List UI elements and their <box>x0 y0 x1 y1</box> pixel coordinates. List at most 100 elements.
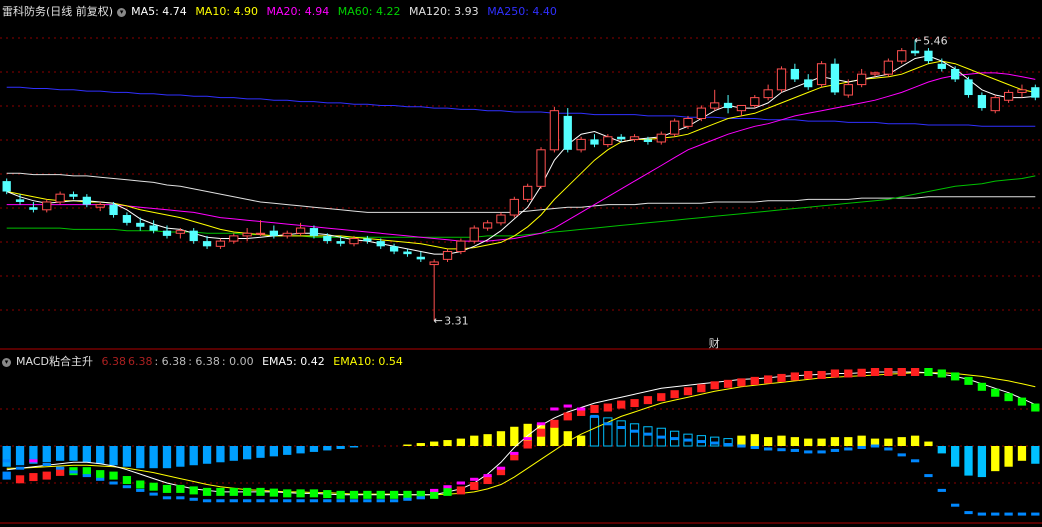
ema10-value: EMA10: 0.54 <box>333 355 403 368</box>
macd-marker <box>96 470 105 479</box>
macd-hist-bar <box>496 431 506 446</box>
macd-marker <box>1031 403 1040 412</box>
macd-dash <box>376 499 385 503</box>
macd-dash <box>563 404 572 408</box>
macd-marker <box>29 473 38 482</box>
macd-hist-bar <box>589 415 600 447</box>
macd-marker <box>844 369 853 378</box>
macd-dash <box>884 447 893 451</box>
macd-hist-bar <box>42 446 51 463</box>
macd-menu-icon[interactable]: ▾ <box>2 357 11 367</box>
macd-v3: : 6.38 <box>154 355 187 368</box>
candle-body-down <box>804 79 813 88</box>
macd-hist-bar <box>189 446 198 466</box>
macd-hist-bar <box>149 446 158 469</box>
macd-marker <box>216 487 225 496</box>
candle-body-up <box>696 107 706 120</box>
macd-dash <box>416 496 425 500</box>
macd-v4: : 6.38 <box>188 355 220 368</box>
candle-body-down <box>162 230 172 236</box>
candle-body-down <box>82 196 91 205</box>
macd-hist-bar <box>964 446 973 476</box>
candle-body-up <box>255 232 266 235</box>
macd-marker <box>563 412 572 421</box>
candle-body-up <box>736 104 747 112</box>
macd-dash <box>389 499 399 503</box>
macd-dash <box>737 444 746 448</box>
ma60-line <box>6 175 1036 238</box>
macd-dash <box>723 443 733 447</box>
candle-body-up <box>95 204 105 208</box>
macd-marker <box>296 489 305 498</box>
macd-marker <box>1004 393 1013 402</box>
macd-marker <box>15 475 25 484</box>
macd-marker <box>790 372 800 381</box>
macd-marker <box>937 369 946 378</box>
macd-hist-bar <box>951 446 960 467</box>
macd-marker <box>897 368 906 376</box>
macd-marker <box>924 368 933 376</box>
macd-dash <box>844 447 853 451</box>
macd-marker <box>349 490 359 499</box>
candle-body-down <box>617 136 626 140</box>
macd-title[interactable]: MACD粘合主升 <box>16 355 93 368</box>
macd-hist-bar <box>96 446 105 464</box>
candle-body-down <box>309 228 319 236</box>
candle-body-up <box>496 214 506 224</box>
macd-dash <box>763 447 773 451</box>
macd-marker <box>603 403 612 412</box>
macd-dash <box>176 496 185 500</box>
macd-marker <box>136 480 145 489</box>
ma10-line <box>6 60 1036 250</box>
candle-body-down <box>1031 87 1040 98</box>
macd-dash <box>336 499 345 503</box>
candle-body-down <box>149 225 158 231</box>
macd-dash <box>349 499 359 503</box>
candle-body-down <box>69 194 78 197</box>
macd-hist-bar <box>136 446 145 469</box>
candle-body-down <box>951 68 960 80</box>
moving-average-lines <box>6 55 1036 255</box>
stock-title[interactable]: 雷科防务(日线 前复权) <box>2 5 113 18</box>
candle-body-up <box>750 97 760 106</box>
macd-dash <box>323 499 332 503</box>
candle-body-up <box>349 237 359 245</box>
candle-body-down <box>122 215 132 223</box>
candle-body-up <box>295 227 306 234</box>
ma5-value: MA5: 4.74 <box>131 5 187 18</box>
macd-marker <box>269 488 279 497</box>
candle-body-down <box>790 68 800 80</box>
candle-body-down <box>15 199 25 202</box>
macd-hist-bar <box>256 446 265 458</box>
candle-body-up <box>55 193 65 203</box>
macd-hist-bar <box>403 444 412 446</box>
macd-dash <box>870 444 880 448</box>
macd-marker <box>737 378 746 387</box>
candle-body-down <box>910 50 920 54</box>
candlestick-series <box>2 37 1040 324</box>
macd-dash <box>470 477 479 481</box>
macd-hist-bar <box>804 438 813 446</box>
macd-hist-bar <box>510 426 519 446</box>
macd-dash <box>229 499 238 503</box>
candle-body-up <box>683 118 693 127</box>
macd-marker <box>109 471 118 480</box>
macd-hist-bar <box>629 423 640 447</box>
macd-marker <box>817 370 826 379</box>
macd-hist-bar <box>777 435 786 446</box>
price-grid <box>0 37 1042 350</box>
candle-body-down <box>109 204 118 216</box>
settings-icon[interactable]: ▾ <box>117 7 127 17</box>
macd-marker <box>617 400 626 409</box>
macd-marker <box>430 490 439 499</box>
macd-hist-bar <box>122 446 132 467</box>
macd-hist-bar <box>937 446 946 454</box>
macd-dash <box>897 453 906 457</box>
macd-dash <box>523 437 532 441</box>
event-marker[interactable]: 财 <box>709 336 720 350</box>
candle-body-up <box>870 72 880 75</box>
macd-hist-bar <box>910 435 920 446</box>
macd-hist-bar <box>82 446 91 463</box>
macd-hist-bar <box>550 426 559 446</box>
macd-marker <box>229 487 238 496</box>
